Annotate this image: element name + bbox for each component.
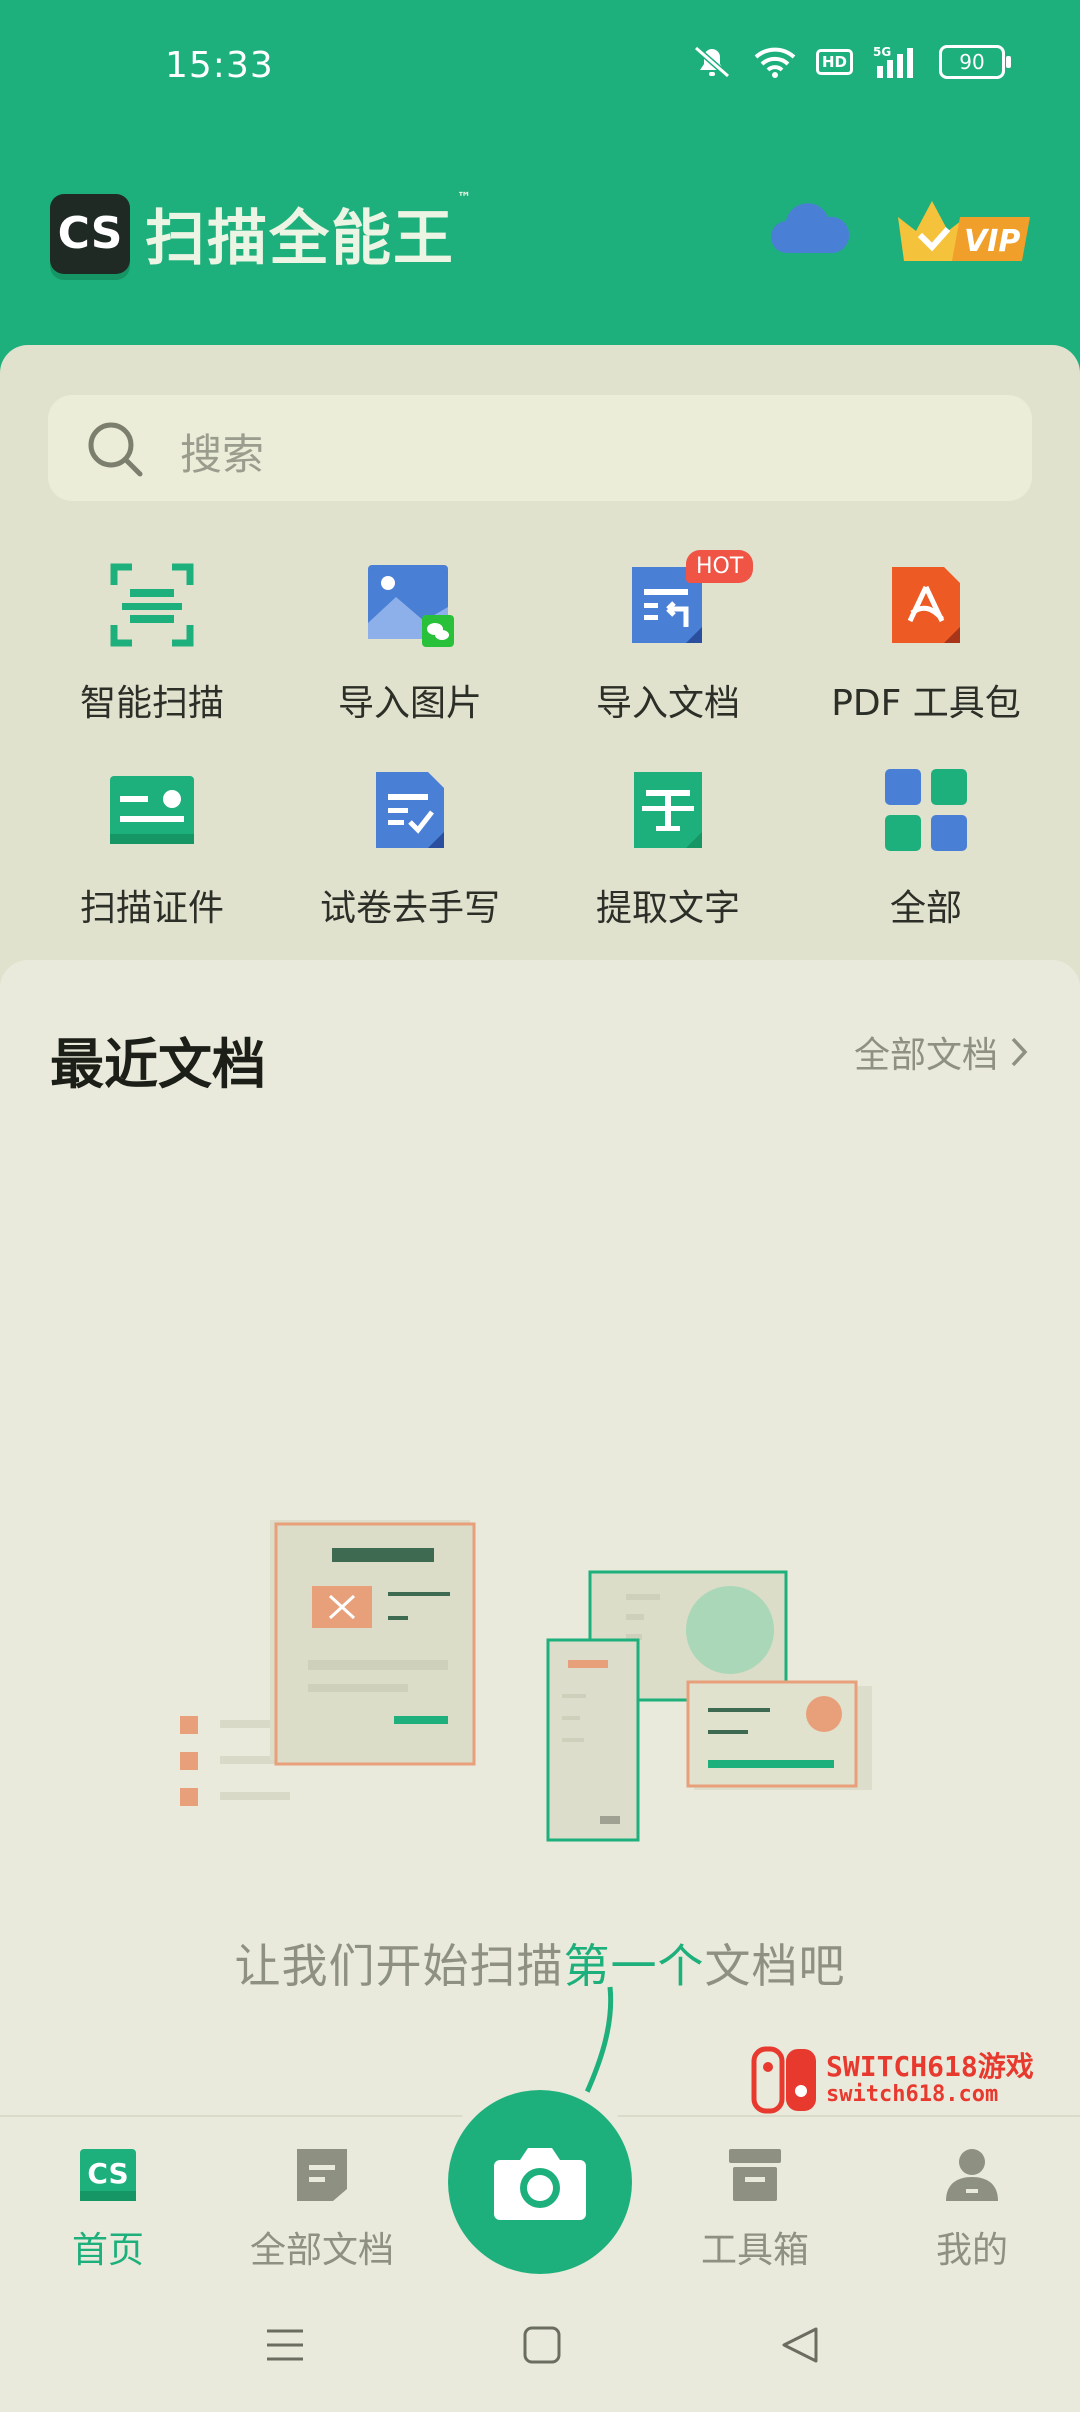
wifi-icon <box>754 47 796 78</box>
import-image-icon <box>368 565 454 647</box>
signal-icon: 5G <box>873 45 913 78</box>
tool-label: 扫描证件 <box>79 888 224 929</box>
tab-label: 工具箱 <box>700 2230 809 2271</box>
tool-label: 导入文档 <box>595 683 740 724</box>
chevron-right-icon <box>1011 1037 1028 1067</box>
tab-me[interactable]: 我的 <box>872 2147 1072 2273</box>
tool-smart-scan[interactable]: 智能扫描 <box>22 550 282 726</box>
mute-icon <box>694 45 730 79</box>
svg-text:5G: 5G <box>873 45 891 59</box>
grid-all-icon <box>885 769 967 851</box>
back-icon[interactable] <box>780 2325 820 2365</box>
toolbox-tab-icon <box>729 2149 781 2201</box>
tool-import-document[interactable]: HOT 导入文档 <box>538 550 798 726</box>
cloud-sync-icon[interactable] <box>770 195 850 265</box>
exam-paper-icon <box>376 772 444 848</box>
scan-frame-icon <box>110 563 194 647</box>
tool-all[interactable]: 全部 <box>796 755 1056 931</box>
app-logo: CS <box>50 193 130 274</box>
hot-badge: HOT <box>686 550 754 583</box>
empty-documents-illustration <box>180 1520 872 1842</box>
app-name-text: 扫描全能王 <box>145 204 455 274</box>
battery-indicator: 90 <box>939 45 1011 79</box>
status-bar: 15:33 HD 5G 90 <box>0 0 1080 140</box>
tool-exam-paper[interactable]: 试卷去手写 <box>280 755 540 931</box>
vip-badge-icon[interactable]: VIP <box>890 195 1034 269</box>
tab-label: 首页 <box>71 2230 144 2271</box>
tab-toolbox[interactable]: 工具箱 <box>655 2147 855 2273</box>
tab-all-documents[interactable]: 全部文档 <box>222 2147 422 2273</box>
tab-label: 我的 <box>935 2230 1008 2271</box>
status-icons: HD 5G 90 <box>690 44 1011 80</box>
app-title: CS 扫描全能王™ <box>50 190 473 277</box>
empty-suffix: 文档吧 <box>704 1939 846 1993</box>
switch-logo-icon <box>751 2046 816 2114</box>
recent-title: 最近文档 <box>50 1033 266 1096</box>
document-tab-icon <box>297 2149 347 2201</box>
search-icon <box>88 422 143 477</box>
tool-scan-id[interactable]: 扫描证件 <box>22 755 282 931</box>
tool-label: PDF 工具包 <box>831 683 1021 724</box>
watermark: SWITCH618游戏 switch618.com <box>750 2045 1034 2115</box>
tool-label: 全部 <box>889 888 962 929</box>
search-input[interactable]: 搜索 <box>48 395 1032 501</box>
tool-extract-text[interactable]: 提取文字 <box>538 755 798 931</box>
system-nav-bar <box>0 2285 1080 2412</box>
profile-tab-icon <box>946 2149 998 2201</box>
hd-badge: HD <box>815 49 853 75</box>
tab-label: 全部文档 <box>249 2230 394 2271</box>
tool-import-image[interactable]: 导入图片 <box>280 550 540 726</box>
home-logo-text: CS <box>87 2157 128 2190</box>
all-documents-link[interactable]: 全部文档 <box>854 1026 1028 1078</box>
home-nav-icon[interactable] <box>522 2325 562 2365</box>
watermark-line-1: SWITCH618游戏 <box>826 2050 1034 2083</box>
camera-button[interactable] <box>448 2090 632 2274</box>
tab-home[interactable]: CS 首页 <box>8 2147 208 2273</box>
text-extract-icon <box>634 772 702 848</box>
pointer-curve <box>579 1986 614 2105</box>
watermark-text: SWITCH618游戏 switch618.com <box>826 2052 1034 2108</box>
status-time: 15:33 <box>165 45 274 86</box>
vip-label: VIP <box>964 224 1020 259</box>
id-card-icon <box>110 776 194 844</box>
home-tab-icon: CS <box>80 2149 136 2201</box>
watermark-line-2: switch618.com <box>826 2082 999 2107</box>
search-placeholder: 搜索 <box>180 430 265 479</box>
all-documents-label: 全部文档 <box>853 1035 998 1076</box>
camera-icon <box>494 2148 586 2220</box>
tool-label: 导入图片 <box>337 683 482 724</box>
tool-label: 提取文字 <box>595 888 740 929</box>
tool-label: 试卷去手写 <box>319 888 500 929</box>
tool-pdf-toolkit[interactable]: PDF 工具包 <box>796 550 1056 726</box>
tool-label: 智能扫描 <box>79 683 224 724</box>
app-name: 扫描全能王™ <box>145 190 473 277</box>
pdf-icon <box>892 567 960 643</box>
menu-icon[interactable] <box>265 2325 305 2365</box>
trademark: ™ <box>457 190 473 206</box>
empty-prefix: 让我们开始扫描 <box>234 1939 564 1993</box>
empty-state-message: 让我们开始扫描第一个文档吧 <box>0 1930 1080 1996</box>
